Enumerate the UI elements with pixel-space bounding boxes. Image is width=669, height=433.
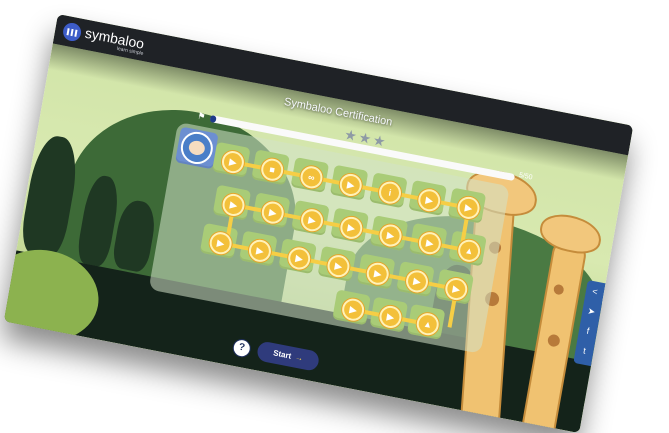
symbaloo-logo-icon[interactable] [61,21,83,43]
player-tile [175,126,219,170]
app-screen: symbaloo learn simple Symbaloo Certifica… [3,14,634,433]
player-avatar [178,129,216,167]
brand-name[interactable]: symbaloo [84,25,146,52]
twitter-icon[interactable]: t [574,339,595,362]
flag-icon: ⚑ [196,110,207,122]
arrow-right-icon: → [294,352,304,363]
start-label: Start [272,348,293,361]
progress-fill [209,114,217,124]
